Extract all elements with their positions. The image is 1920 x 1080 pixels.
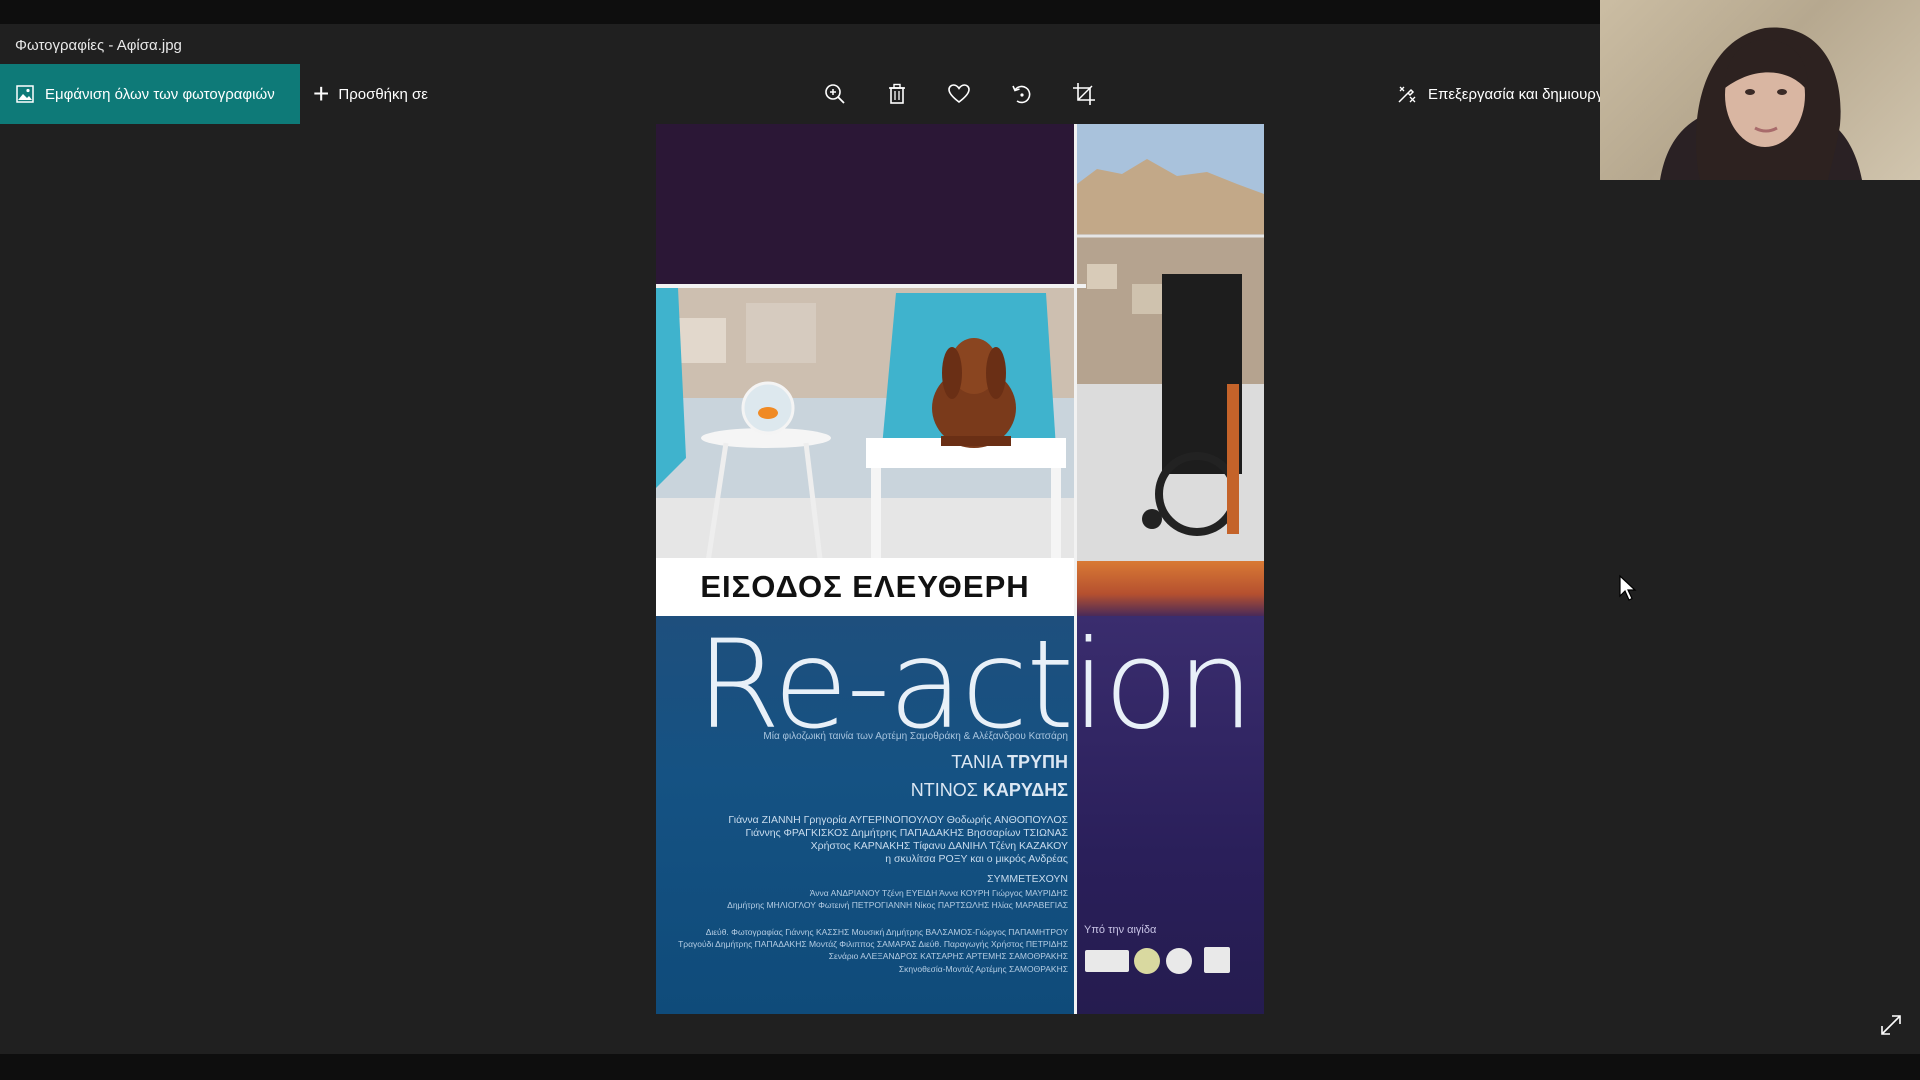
participate-line: Άννα ΑΝΔΡΙΑΝΟΥ Τζένη ΕΥΕΙΔΗ Άννα ΚΟΥΡΗ Γ… — [809, 888, 1068, 898]
poster-vertical-divider — [1074, 124, 1077, 1014]
poster-subtitle: Μία φιλοζωική ταινία των Αρτέμη Σαμοθράκ… — [763, 731, 1068, 742]
star-2-first-name: ΝΤΙΝΟΣ — [910, 780, 978, 800]
participate-heading: ΣΥΜΜΕΤΕΧΟΥΝ — [987, 873, 1068, 885]
sponsor-logo — [1204, 947, 1230, 973]
crop-icon[interactable] — [1071, 81, 1097, 107]
photos-icon — [16, 85, 34, 103]
participate-line: Δημήτρης ΜΗΛΙΟΓΛΟΥ Φωτεινή ΠΕΤΡΟΓΙΑΝΝΗ Ν… — [727, 900, 1068, 910]
star-1-last-name: ΤΡΥΠΗ — [1006, 752, 1068, 772]
presenter-video — [1660, 27, 1862, 180]
sponsor-logo — [1166, 948, 1192, 974]
poster-entrance-banner: ΕΙΣΟΔΟΣ ΕΛΕΥΘΕΡΗ — [656, 558, 1074, 616]
zoom-in-icon[interactable] — [822, 81, 848, 107]
mouse-cursor-icon — [1619, 574, 1637, 601]
poster-aegis-label: Υπό την αιγίδα — [1084, 924, 1157, 936]
poster-star-1: ΤΑΝΙΑ ΤΡΥΠΗ — [951, 752, 1068, 773]
cast-line: Γιάννης ΦΡΑΓΚΙΣΚΟΣ Δημήτρης ΠΑΠΑΔΑΚΗΣ Βη… — [745, 827, 1069, 839]
poster-horizontal-line — [656, 284, 1086, 288]
credit-line: Σενάριο ΑΛΕΞΑΝΔΡΟΣ ΚΑΤΣΑΡΗΣ ΑΡΤΕΜΗΣ ΣΑΜΟ… — [828, 951, 1068, 961]
bottom-strip — [0, 1054, 1920, 1080]
window-title: Φωτογραφίες - Αφίσα.jpg — [15, 37, 182, 54]
plus-icon: + — [313, 78, 330, 109]
credit-line: Τραγούδι Δημήτρης ΠΑΠΑΔΑΚΗΣ Μοντάζ Φιλιπ… — [678, 939, 1068, 949]
rotate-icon[interactable] — [1009, 81, 1035, 107]
poster-star-2: ΝΤΙΝΟΣ ΚΑΡΥΔΗΣ — [911, 780, 1068, 801]
poster-photo-wheelchair — [1077, 124, 1264, 561]
poster-dark-block — [656, 124, 1074, 284]
see-all-photos-label: Εμφάνιση όλων των φωτογραφιών — [45, 85, 275, 103]
favorite-icon[interactable] — [946, 81, 972, 107]
star-2-last-name: ΚΑΡΥΔΗΣ — [982, 780, 1068, 800]
webcam-overlay — [1600, 0, 1920, 180]
poster-entrance-text: ΕΙΣΟΔΟΣ ΕΛΕΥΘΕΡΗ — [700, 569, 1030, 604]
credit-line: Διεύθ. Φωτογραφίας Γιάννης ΚΑΣΣΗΣ Μουσικ… — [705, 927, 1068, 937]
cast-line: Χρήστος ΚΑΡΝΑΚΗΣ Τίφανυ ΔΑΝΙΗΛ Τζένη ΚΑΖ… — [810, 840, 1068, 852]
sponsor-logo — [1134, 948, 1160, 974]
cast-line: Γιάννα ΖΙΑΝΝΗ Γρηγορία ΑΥΓΕΡΙΝΟΠΟΥΛΟΥ Θο… — [728, 814, 1068, 826]
sponsor-logo — [1085, 950, 1129, 972]
star-1-first-name: ΤΑΝΙΑ — [951, 752, 1002, 772]
poster-orange-strip — [1077, 561, 1264, 616]
add-to-button[interactable]: + Προσθήκη σε — [313, 64, 428, 124]
delete-icon[interactable] — [884, 81, 910, 107]
see-all-photos-button[interactable]: Εμφάνιση όλων των φωτογραφιών — [0, 64, 300, 124]
add-to-label: Προσθήκη σε — [338, 85, 428, 103]
edit-and-create-button[interactable]: Επεξεργασία και δημιουργ — [1396, 64, 1603, 124]
cast-line: η σκυλίτσα ΡΟΞΥ και ο μικρός Ανδρέας — [885, 853, 1068, 865]
full-screen-icon[interactable] — [1878, 1012, 1904, 1038]
poster-image: ΕΙΣΟΔΟΣ ΕΛΕΥΘΕΡΗ Re-action Μία φιλοζωική… — [656, 124, 1264, 1014]
credit-line: Σκηνοθεσία-Μοντάζ Αρτέμης ΣΑΜΟΘΡΑΚΗΣ — [898, 964, 1068, 974]
edit-create-icon — [1398, 86, 1416, 103]
edit-and-create-label: Επεξεργασία και δημιουργ — [1428, 85, 1604, 103]
